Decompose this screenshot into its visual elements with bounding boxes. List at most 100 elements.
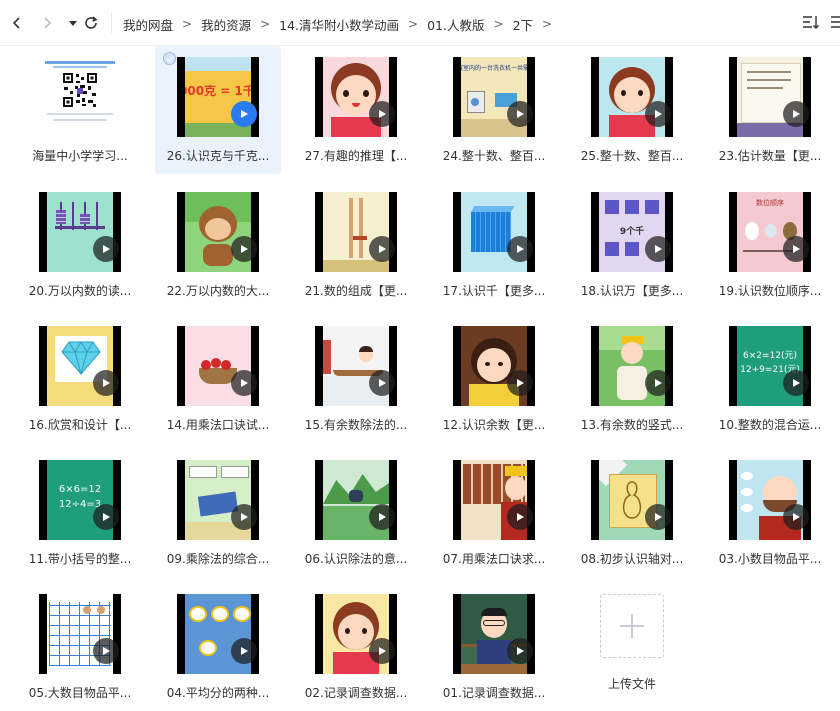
upload-file-button[interactable]: 上传文件: [569, 583, 695, 711]
play-button[interactable]: [783, 504, 809, 530]
play-button[interactable]: [783, 236, 809, 262]
play-button[interactable]: [507, 101, 533, 127]
breadcrumb-item-current[interactable]: 2下: [513, 15, 533, 34]
file-item[interactable]: 02.记录调查数据...: [293, 583, 419, 711]
play-icon: [241, 110, 248, 118]
play-button[interactable]: [93, 370, 119, 396]
video-thumbnail: 6×2=12(元) 12+9=21(元): [729, 326, 811, 406]
video-thumbnail: [315, 326, 397, 406]
refresh-button[interactable]: [80, 12, 102, 34]
play-button[interactable]: [507, 504, 533, 530]
file-item[interactable]: 17.认识千【更多...: [431, 181, 557, 309]
play-button[interactable]: [369, 101, 395, 127]
file-name: 10.整数的混合运...: [718, 418, 822, 432]
breadcrumb-item[interactable]: 01.人教版: [427, 15, 484, 34]
breadcrumb-item[interactable]: 我的资源: [201, 15, 251, 34]
cartoon-face: [614, 77, 650, 113]
view-toggle-button[interactable]: [830, 14, 840, 34]
play-button[interactable]: [369, 236, 395, 262]
thousand-cube: [471, 212, 511, 252]
play-button[interactable]: [231, 638, 257, 664]
file-name: 06.认识除法的意...: [304, 552, 408, 566]
file-item-selected[interactable]: 000克 = 1千克 26.认识克与千克...: [155, 46, 281, 174]
breadcrumb-item[interactable]: 我的网盘: [123, 15, 173, 34]
video-thumbnail: 000克 = 1千克: [177, 57, 259, 137]
play-button[interactable]: [507, 370, 533, 396]
play-button[interactable]: [507, 638, 533, 664]
play-button[interactable]: [369, 638, 395, 664]
video-thumbnail: [453, 326, 535, 406]
file-item[interactable]: 08.初步认识轴对...: [569, 449, 695, 577]
play-button[interactable]: [369, 370, 395, 396]
file-name: 11.带小括号的整...: [28, 552, 132, 566]
file-item[interactable]: 21.数的组成【更...: [293, 181, 419, 309]
file-item[interactable]: 09.乘除法的综合...: [155, 449, 281, 577]
plate-shape: [741, 472, 753, 480]
file-item[interactable]: 数位顺序 19.认识数位顺序...: [707, 181, 833, 309]
upload-dropzone[interactable]: [600, 594, 664, 658]
file-item[interactable]: 12.认识余数【更...: [431, 315, 557, 443]
file-item[interactable]: 6×2=12(元) 12+9=21(元) 10.整数的混合运...: [707, 315, 833, 443]
play-button[interactable]: [783, 370, 809, 396]
forward-button[interactable]: [36, 12, 58, 34]
play-button[interactable]: [783, 101, 809, 127]
file-item[interactable]: 25.整十数、整百...: [569, 46, 695, 174]
file-name: 海量中小学学习...: [32, 149, 128, 163]
play-button[interactable]: [231, 370, 257, 396]
play-icon: [241, 245, 248, 253]
plate-shape: [741, 488, 753, 496]
file-item[interactable]: 03.小数目物品平...: [707, 449, 833, 577]
play-button[interactable]: [231, 236, 257, 262]
play-button[interactable]: [507, 236, 533, 262]
play-button[interactable]: [645, 101, 671, 127]
play-button[interactable]: [93, 236, 119, 262]
file-item[interactable]: 16.欣赏和设计【...: [17, 315, 143, 443]
upload-label: 上传文件: [607, 677, 656, 691]
cartoon-face: [83, 606, 91, 614]
thumbnail-header-line: [53, 66, 107, 68]
abacus-rod: [72, 202, 74, 230]
play-button[interactable]: [93, 638, 119, 664]
back-button[interactable]: [6, 12, 28, 34]
file-item[interactable]: 07.用乘法口诀求...: [431, 449, 557, 577]
play-icon: [241, 647, 248, 655]
play-button[interactable]: [645, 370, 671, 396]
file-item[interactable]: 6×6=12 12÷4=3 11.带小括号的整...: [17, 449, 143, 577]
breadcrumb-separator: >: [493, 17, 504, 31]
thumbnail-caption: 6×6=12: [58, 484, 102, 495]
play-button[interactable]: [645, 236, 671, 262]
plus-icon: [620, 614, 644, 638]
play-button[interactable]: [369, 504, 395, 530]
video-thumbnail: [729, 57, 811, 137]
file-item[interactable]: 01.记录调查数据...: [431, 583, 557, 711]
file-item[interactable]: 海量中小学学习...: [17, 46, 143, 174]
file-item[interactable]: 27.有趣的推理【...: [293, 46, 419, 174]
file-item[interactable]: 13.有余数的竖式...: [569, 315, 695, 443]
play-icon: [793, 379, 800, 387]
selection-checkbox[interactable]: [163, 52, 176, 65]
play-icon: [517, 647, 524, 655]
file-item[interactable]: 9个千 18.认识万【更多...: [569, 181, 695, 309]
sort-button[interactable]: [802, 14, 820, 34]
crown-shape: [505, 466, 527, 476]
washing-machine-door: [471, 98, 479, 106]
file-item[interactable]: 23.估计数量【更...: [707, 46, 833, 174]
file-item[interactable]: 22.万以内数的大...: [155, 181, 281, 309]
file-item[interactable]: 06.认识除法的意...: [293, 449, 419, 577]
file-item[interactable]: 15.有余数除法的...: [293, 315, 419, 443]
breadcrumb-item[interactable]: 14.清华附小数学动画: [279, 15, 399, 34]
file-item[interactable]: 04.平均分的两种...: [155, 583, 281, 711]
file-item[interactable]: 14.用乘法口诀试...: [155, 315, 281, 443]
file-item[interactable]: 20.万以内数的读...: [17, 181, 143, 309]
play-icon: [655, 513, 662, 521]
video-thumbnail: [315, 460, 397, 540]
file-item[interactable]: 教室内的一台洗衣机一共需要多少 24.整十数、整百...: [431, 46, 557, 174]
play-button[interactable]: [231, 504, 257, 530]
video-thumbnail: [591, 326, 673, 406]
plate-shape: [233, 606, 251, 622]
play-button[interactable]: [93, 504, 119, 530]
play-button[interactable]: [645, 504, 671, 530]
play-button[interactable]: [231, 101, 257, 127]
file-item[interactable]: 05.大数目物品平...: [17, 583, 143, 711]
apple-shape: [201, 360, 211, 370]
